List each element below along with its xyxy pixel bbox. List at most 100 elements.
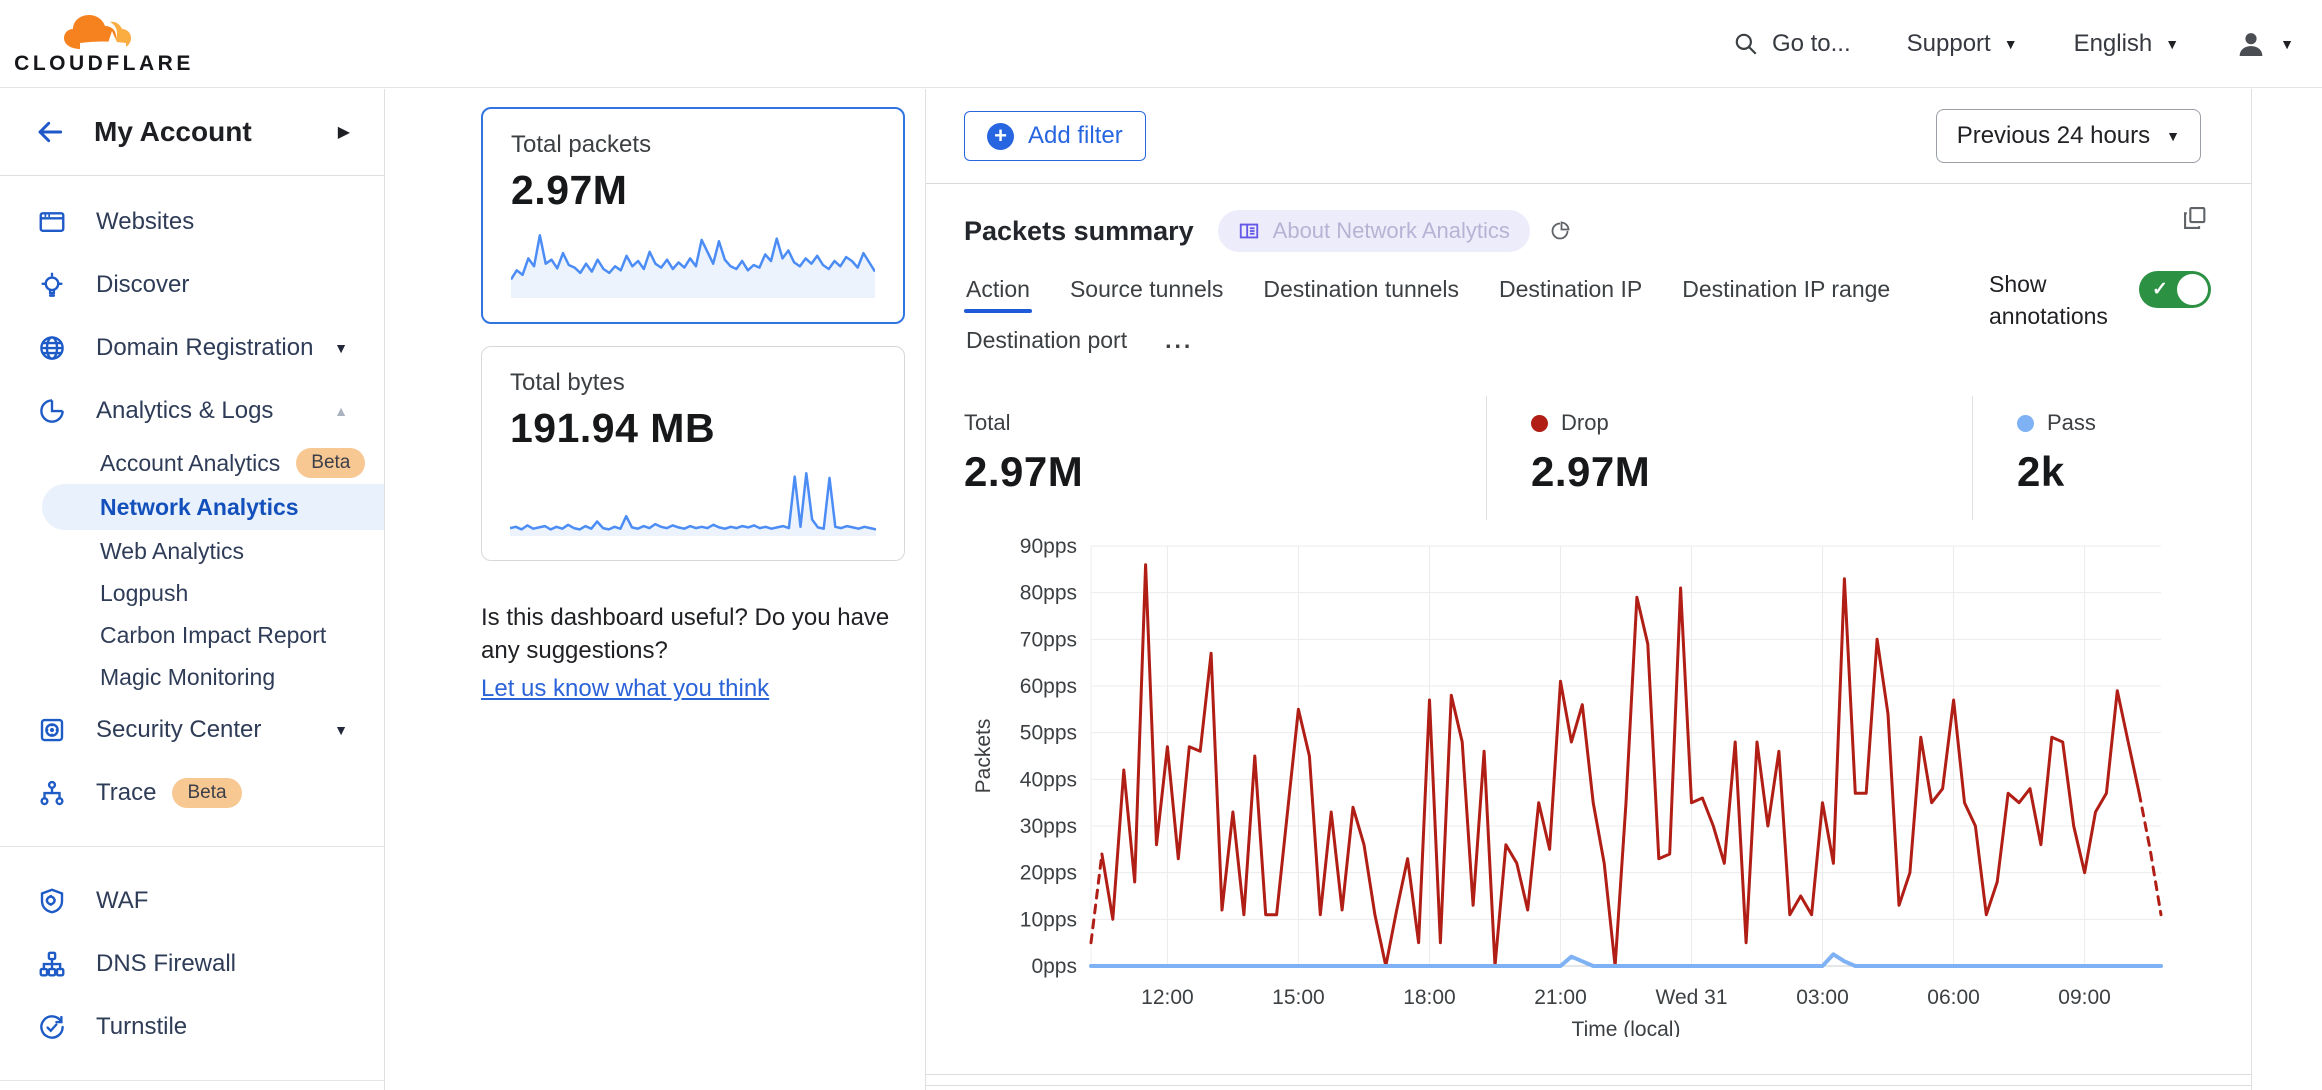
feedback-text: Is this dashboard useful? Do you have an…: [481, 601, 926, 667]
shield-gear-icon: [36, 886, 68, 916]
sidebar-item-logpush[interactable]: Logpush: [0, 572, 384, 614]
sidebar-item-label: DNS Firewall: [96, 950, 236, 978]
chevron-right-icon[interactable]: ▶: [338, 122, 350, 142]
pass-series-dot: [2017, 415, 2034, 432]
pie-chart-icon[interactable]: [1548, 219, 1572, 243]
sidebar-item-websites[interactable]: Websites: [0, 190, 384, 253]
feedback-link[interactable]: Let us know what you think: [481, 675, 769, 703]
user-icon: [2235, 28, 2267, 60]
tab-source-tunnels[interactable]: Source tunnels: [1068, 268, 1225, 319]
show-annotations-label: Show annotations: [1989, 268, 2117, 332]
sidebar-item-security-center[interactable]: Security Center ▼: [0, 698, 384, 761]
sidebar-item-dns-firewall[interactable]: DNS Firewall: [0, 932, 384, 995]
chevron-up-icon: ▲: [334, 403, 348, 419]
chevron-down-icon: ▼: [2004, 36, 2018, 52]
sidebar-item-domain-registration[interactable]: Domain Registration ▼: [0, 316, 384, 379]
tab-destination-ip[interactable]: Destination IP: [1497, 268, 1644, 319]
filter-row: + Add filter Previous 24 hours ▼: [926, 89, 2251, 184]
tab-destination-port[interactable]: Destination port: [964, 319, 1129, 370]
sidebar-item-label: WAF: [96, 887, 148, 915]
refresh-check-icon: [36, 1012, 68, 1042]
svg-text:09:00: 09:00: [2058, 986, 2111, 1009]
language-label: English: [2074, 30, 2153, 58]
stat-value: 2.97M: [964, 448, 1486, 496]
back-arrow-icon[interactable]: [34, 116, 66, 148]
total-packets-card[interactable]: Total packets 2.97M: [481, 107, 905, 324]
chevron-down-icon: ▼: [334, 340, 348, 356]
sidebar-item-network-analytics[interactable]: Network Analytics: [42, 484, 384, 530]
sidebar-item-turnstile[interactable]: Turnstile: [0, 995, 384, 1058]
card-label: Total bytes: [510, 369, 876, 397]
chevron-down-icon: ▼: [2166, 128, 2180, 144]
dimension-tabs: Action Source tunnels Destination tunnel…: [964, 268, 1974, 370]
svg-text:21:00: 21:00: [1534, 986, 1587, 1009]
add-filter-button[interactable]: + Add filter: [964, 111, 1146, 161]
total-bytes-card[interactable]: Total bytes 191.94 MB: [481, 346, 905, 561]
sidebar-item-account-analytics[interactable]: Account Analytics Beta: [0, 442, 384, 484]
support-menu[interactable]: Support ▼: [1907, 30, 2018, 58]
tabs-row: Action Source tunnels Destination tunnel…: [964, 268, 2211, 370]
account-name: My Account: [94, 116, 252, 148]
tab-destination-tunnels[interactable]: Destination tunnels: [1261, 268, 1461, 319]
expand-panel-icon[interactable]: [2181, 204, 2209, 232]
svg-text:20pps: 20pps: [1020, 862, 1077, 885]
chevron-down-icon: ▼: [2165, 36, 2179, 52]
svg-text:60pps: 60pps: [1020, 675, 1077, 698]
language-menu[interactable]: English ▼: [2074, 30, 2180, 58]
tab-action[interactable]: Action: [964, 268, 1032, 319]
card-value: 2.97M: [511, 167, 875, 214]
sidebar-item-label: Trace: [96, 779, 156, 807]
panel-header: Packets summary About Network Analytics: [964, 210, 2211, 252]
sidebar-item-discover[interactable]: Discover: [0, 253, 384, 316]
about-network-analytics-badge[interactable]: About Network Analytics: [1218, 210, 1530, 252]
sidebar-item-label: Carbon Impact Report: [100, 622, 326, 649]
browser-icon: [36, 207, 68, 237]
dns-tree-icon: [36, 949, 68, 979]
svg-text:06:00: 06:00: [1927, 986, 1980, 1009]
svg-text:18:00: 18:00: [1403, 986, 1456, 1009]
chevron-down-icon: ▼: [2280, 36, 2294, 52]
overview-column: Total packets 2.97M Total bytes 191.94 M…: [386, 89, 925, 1090]
stat-value: 2k: [2017, 448, 2096, 496]
svg-text:10pps: 10pps: [1020, 908, 1077, 931]
sidebar-item-trace[interactable]: Trace Beta: [0, 761, 384, 824]
cloudflare-logo[interactable]: CLOUDFLARE: [18, 11, 190, 76]
tab-destination-ip-range[interactable]: Destination IP range: [1680, 268, 1892, 319]
card-value: 191.94 MB: [510, 405, 876, 452]
svg-text:40pps: 40pps: [1020, 768, 1077, 791]
next-panel-edge: [926, 1085, 2251, 1090]
more-tabs-button[interactable]: ...: [1165, 319, 1193, 362]
svg-text:15:00: 15:00: [1272, 986, 1325, 1009]
stat-label: Total: [964, 410, 1010, 436]
sidebar-divider: [0, 1080, 384, 1081]
sidebar-nav: Websites Discover Domain Registration ▼: [0, 176, 384, 1090]
beta-badge: Beta: [296, 448, 365, 478]
beta-badge: Beta: [172, 778, 241, 808]
panel-title: Packets summary: [964, 216, 1194, 247]
sidebar-item-waf[interactable]: WAF: [0, 869, 384, 932]
sidebar-item-analytics-logs[interactable]: Analytics & Logs ▲: [0, 379, 384, 442]
check-icon: ✓: [2152, 278, 2168, 301]
packets-summary-panel: Packets summary About Network Analytics …: [926, 184, 2251, 1037]
about-badge-label: About Network Analytics: [1273, 218, 1510, 244]
time-range-dropdown[interactable]: Previous 24 hours ▼: [1936, 109, 2201, 163]
cloudflare-cloud-icon: [56, 11, 152, 53]
search-icon: [1733, 31, 1759, 57]
sidebar-item-label: Magic Monitoring: [100, 664, 275, 691]
sidebar-item-magic-monitoring[interactable]: Magic Monitoring: [0, 656, 384, 698]
goto-search[interactable]: Go to...: [1733, 30, 1851, 58]
sidebar-item-carbon-impact-report[interactable]: Carbon Impact Report: [0, 614, 384, 656]
sidebar-item-label: Analytics & Logs: [96, 397, 273, 425]
sidebar: My Account ▶ Websites Discover Domain: [0, 89, 385, 1090]
svg-text:80pps: 80pps: [1020, 582, 1077, 605]
safe-icon: [36, 715, 68, 745]
plus-icon: +: [987, 123, 1014, 150]
total-packets-sparkline: [511, 224, 875, 304]
svg-text:90pps: 90pps: [1020, 535, 1077, 558]
account-menu[interactable]: ▼: [2235, 28, 2294, 60]
annotations-toggle[interactable]: ✓: [2139, 271, 2211, 308]
sidebar-item-web-analytics[interactable]: Web Analytics: [0, 530, 384, 572]
sidebar-item-label: Domain Registration: [96, 334, 313, 362]
account-header: My Account ▶: [0, 89, 384, 176]
lightbulb-icon: [36, 270, 68, 300]
